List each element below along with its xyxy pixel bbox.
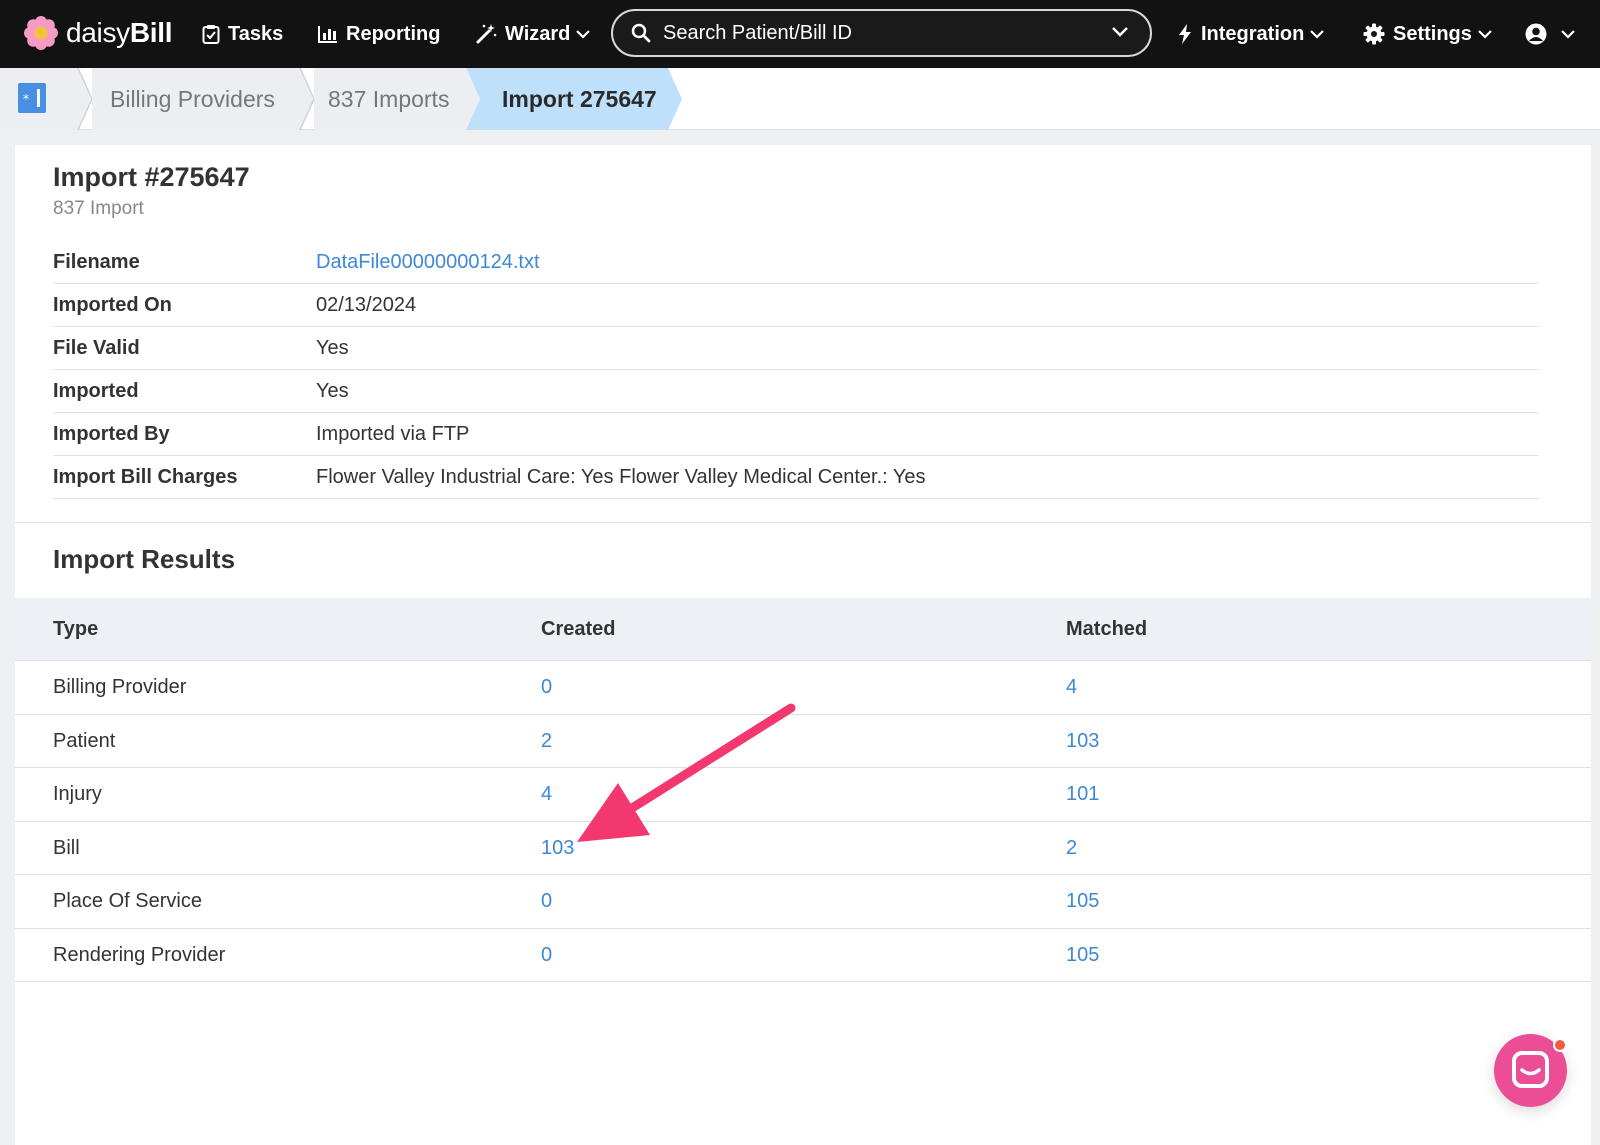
- nav-wizard[interactable]: Wizard: [475, 19, 591, 49]
- breadcrumb: * Billing Providers 837 Imports Import 2…: [0, 68, 1600, 130]
- user-account-menu[interactable]: [1525, 19, 1575, 49]
- info-label: File Valid: [53, 336, 140, 359]
- nav-tasks-label: Tasks: [228, 22, 284, 45]
- import-results-heading: Import Results: [53, 544, 236, 574]
- created-count-link[interactable]: 0: [541, 676, 552, 699]
- row-type: Rendering Provider: [53, 943, 226, 966]
- matched-count-link[interactable]: 2: [1066, 837, 1077, 860]
- matched-count-link[interactable]: 105: [1066, 890, 1099, 913]
- info-label: Filename: [53, 250, 140, 273]
- page-title: Import #275647: [53, 162, 250, 192]
- nav-reporting[interactable]: Reporting: [318, 19, 440, 49]
- created-count-link[interactable]: 4: [541, 783, 552, 806]
- daisy-flower-icon: [24, 16, 58, 50]
- clipboard-check-icon: [202, 25, 220, 44]
- nav-integration[interactable]: Integration: [1177, 19, 1325, 49]
- top-navbar: daisyBill Tasks Reporting Wizard Search …: [0, 0, 1600, 68]
- breadcrumb-label: 837 Imports: [328, 85, 450, 112]
- results-table-header: Type Created Matched: [15, 598, 1591, 661]
- breadcrumb-billing-providers[interactable]: Billing Providers: [92, 68, 300, 130]
- info-row-imported: Imported Yes: [53, 370, 1539, 413]
- breadcrumb-active-tip: [664, 68, 682, 130]
- table-row: Rendering Provider 0 105: [15, 929, 1591, 982]
- logo-text: daisyBill: [66, 17, 173, 48]
- info-row-filename: Filename DataFile00000000124.txt: [53, 241, 1539, 284]
- info-row-imported-on: Imported On 02/13/2024: [53, 284, 1539, 327]
- row-type: Billing Provider: [53, 676, 187, 698]
- nav-settings[interactable]: Settings: [1363, 19, 1492, 49]
- import-detail-card: Import #275647 837 Import Filename DataF…: [15, 145, 1591, 1145]
- matched-count-link[interactable]: 4: [1066, 676, 1077, 699]
- user-circle-icon: [1525, 23, 1547, 45]
- page-subtitle: 837 Import: [53, 198, 144, 219]
- info-label: Imported: [53, 379, 139, 402]
- table-row: Injury 4 101: [15, 768, 1591, 822]
- table-row: Place Of Service 0 105: [15, 875, 1591, 929]
- column-header-type: Type: [53, 618, 99, 640]
- info-value: Yes: [316, 336, 349, 359]
- info-label: Import Bill Charges: [53, 465, 238, 488]
- column-header-matched: Matched: [1066, 618, 1148, 640]
- provider-card-icon: *: [18, 83, 46, 113]
- nav-reporting-label: Reporting: [346, 22, 441, 45]
- notification-dot: [1553, 1038, 1567, 1052]
- chevron-down-icon: [1561, 29, 1575, 39]
- info-value: Flower Valley Industrial Care: Yes Flowe…: [316, 465, 926, 488]
- info-row-imported-by: Imported By Imported via FTP: [53, 413, 1539, 456]
- matched-count-link[interactable]: 105: [1066, 944, 1099, 967]
- created-count-link[interactable]: 0: [541, 944, 552, 967]
- info-row-import-bill-charges: Import Bill Charges Flower Valley Indust…: [53, 456, 1539, 499]
- breadcrumb-label: Billing Providers: [110, 85, 275, 112]
- breadcrumb-home[interactable]: *: [0, 68, 78, 130]
- table-row: Billing Provider 0 4: [15, 661, 1591, 715]
- search-dropdown-chevron-icon[interactable]: [1112, 27, 1128, 37]
- nav-tasks[interactable]: Tasks: [202, 19, 283, 49]
- info-label: Imported By: [53, 422, 170, 445]
- bar-chart-icon: [318, 26, 337, 43]
- info-row-file-valid: File Valid Yes: [53, 327, 1539, 370]
- svg-text:*: *: [23, 92, 29, 106]
- created-count-link[interactable]: 0: [541, 890, 552, 913]
- info-value: Imported via FTP: [316, 422, 470, 445]
- nav-wizard-label: Wizard: [505, 22, 571, 45]
- row-type: Bill: [53, 836, 80, 859]
- matched-count-link[interactable]: 101: [1066, 783, 1099, 806]
- breadcrumb-separator: [292, 68, 315, 130]
- breadcrumb-current-import[interactable]: Import 275647: [486, 68, 664, 130]
- search-bar[interactable]: [611, 9, 1152, 57]
- info-label: Imported On: [53, 293, 172, 316]
- chevron-down-icon: [1478, 29, 1492, 39]
- created-count-link[interactable]: 2: [541, 730, 552, 753]
- info-value: Yes: [316, 379, 349, 402]
- table-row: Bill 103 2: [15, 822, 1591, 875]
- breadcrumb-separator: [460, 68, 486, 130]
- row-type: Place Of Service: [53, 890, 202, 912]
- gear-icon: [1363, 23, 1385, 45]
- nav-integration-label: Integration: [1201, 22, 1305, 45]
- chevron-down-icon: [576, 29, 591, 39]
- lightning-bolt-icon: [1179, 24, 1191, 44]
- row-type: Patient: [53, 729, 116, 752]
- info-value: 02/13/2024: [316, 293, 417, 316]
- chat-launcher-button[interactable]: [1494, 1034, 1567, 1107]
- breadcrumb-separator: [70, 68, 93, 130]
- nav-settings-label: Settings: [1393, 22, 1472, 45]
- search-input[interactable]: [663, 21, 1103, 45]
- breadcrumb-837-imports[interactable]: 837 Imports: [314, 68, 466, 130]
- matched-count-link[interactable]: 103: [1066, 730, 1099, 753]
- row-type: Injury: [53, 783, 102, 805]
- section-divider: [15, 522, 1591, 523]
- breadcrumb-label: Import 275647: [502, 85, 657, 112]
- column-header-created: Created: [541, 618, 616, 640]
- created-count-link[interactable]: 103: [541, 837, 574, 860]
- magic-wand-icon: [476, 24, 497, 44]
- search-icon: [631, 23, 651, 43]
- filename-link[interactable]: DataFile00000000124.txt: [316, 251, 540, 274]
- daisybill-logo[interactable]: daisyBill: [24, 16, 173, 50]
- table-row: Patient 2 103: [15, 715, 1591, 768]
- chevron-down-icon: [1310, 29, 1325, 39]
